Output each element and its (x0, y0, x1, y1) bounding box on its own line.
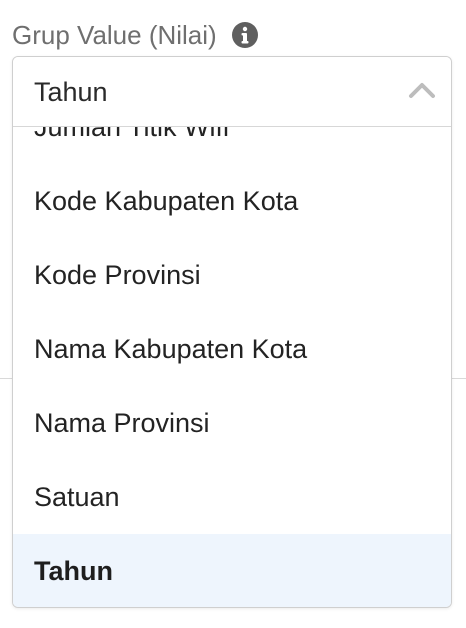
option-tahun-selected[interactable]: Tahun (13, 534, 451, 607)
option-kode-provinsi[interactable]: Kode Provinsi (13, 238, 451, 312)
option-jumlah-titik-wifi[interactable]: Jumlah Titik Wifi (13, 127, 451, 164)
grup-value-dropdown[interactable]: Tahun Jumlah Titik Wifi Kode Kabupaten K… (12, 56, 452, 608)
option-satuan[interactable]: Satuan (13, 460, 451, 534)
selected-value: Tahun (34, 77, 108, 107)
page: Grup Value (Nilai) Tahun Jumlah Titik Wi… (0, 0, 466, 628)
options-list[interactable]: Jumlah Titik Wifi Kode Kabupaten Kota Ko… (13, 127, 451, 607)
info-icon[interactable] (231, 21, 259, 49)
select-control[interactable]: Tahun (13, 57, 451, 127)
field-label-row: Grup Value (Nilai) (12, 18, 259, 52)
option-nama-kabupaten-kota[interactable]: Nama Kabupaten Kota (13, 312, 451, 386)
option-nama-provinsi[interactable]: Nama Provinsi (13, 386, 451, 460)
option-kode-kabupaten-kota[interactable]: Kode Kabupaten Kota (13, 164, 451, 238)
field-label: Grup Value (Nilai) (12, 19, 217, 50)
chevron-up-icon[interactable] (407, 80, 437, 100)
